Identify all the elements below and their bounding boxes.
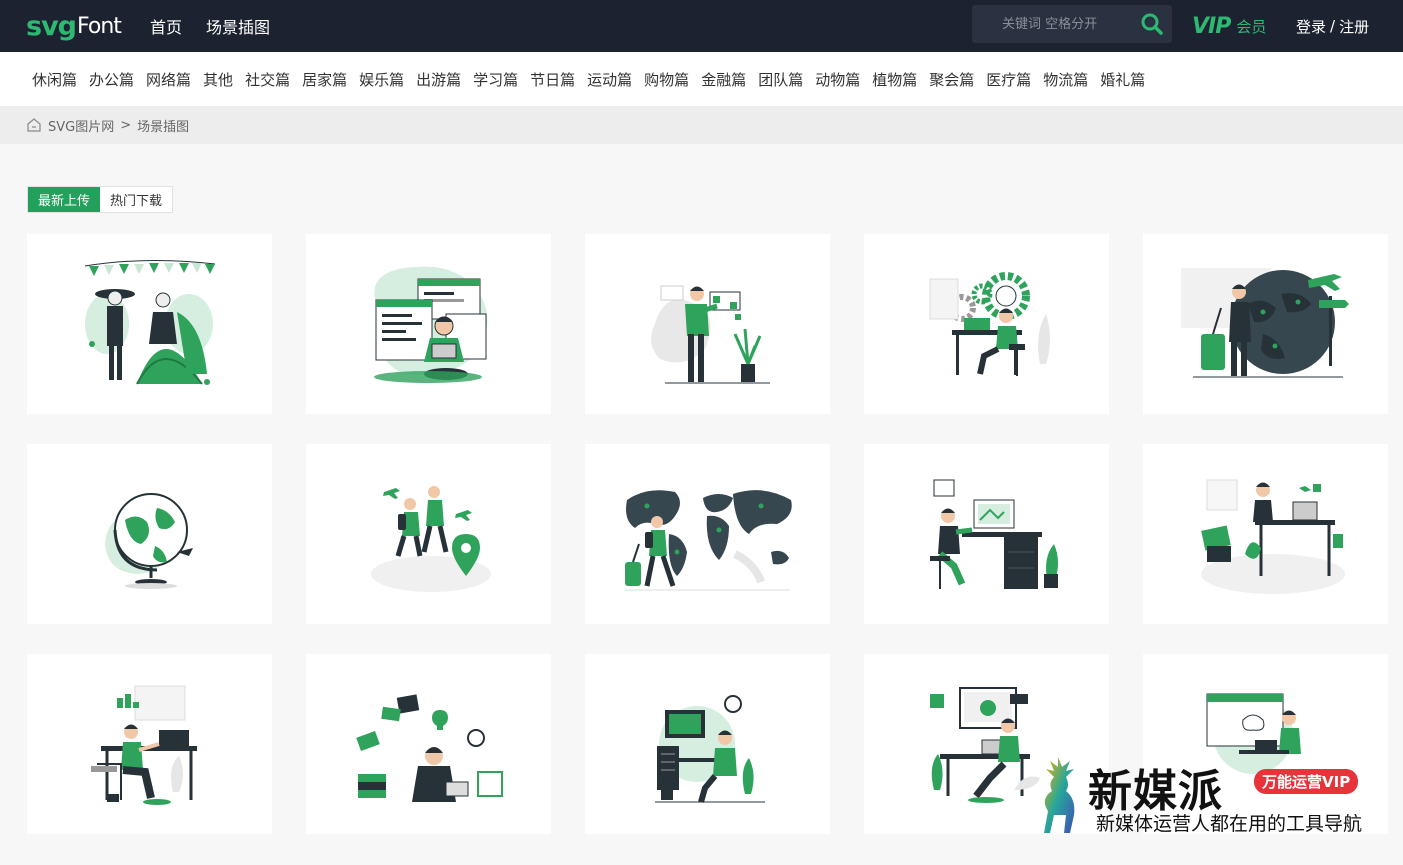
search-icon[interactable]: [1140, 12, 1164, 36]
festival-dancers-illustration: [84, 259, 216, 385]
watermark: 新媒派 万能运营VIP 新媒体运营人都在用的工具导航: [1030, 755, 1390, 837]
illustration-grid: [27, 234, 1388, 834]
illustration-card[interactable]: [27, 234, 272, 414]
illustration-card[interactable]: [27, 444, 272, 624]
home-icon[interactable]: [26, 117, 42, 133]
vip-mark: VIP: [1192, 13, 1231, 39]
illustration-card[interactable]: [585, 654, 830, 834]
office-gears-illustration: [929, 272, 1050, 376]
category-link[interactable]: 出游篇: [416, 69, 461, 90]
search-input[interactable]: [972, 5, 1132, 43]
main-nav: 首页 场景插图: [150, 0, 270, 52]
breadcrumb: SVG图片网 > 场景插图: [0, 106, 1403, 144]
category-link[interactable]: 聚会篇: [929, 69, 974, 90]
category-link[interactable]: 购物篇: [644, 69, 689, 90]
auth-links: 登录 / 注册: [1296, 0, 1369, 52]
breadcrumb-sep: >: [120, 117, 132, 133]
category-link[interactable]: 团队篇: [758, 69, 803, 90]
illustration-card[interactable]: [306, 444, 551, 624]
login-link[interactable]: 登录: [1296, 16, 1326, 37]
illustration-card[interactable]: [27, 654, 272, 834]
travel-globe-illustration: [1181, 268, 1349, 378]
breadcrumb-current[interactable]: 场景插图: [137, 116, 189, 135]
presentation-plant-illustration: [651, 285, 770, 384]
world-map-traveler-illustration: [625, 490, 792, 591]
vip-label: 会员: [1236, 17, 1267, 36]
travelers-location-illustration: [371, 486, 491, 592]
globe-illustration: [105, 493, 193, 589]
category-link[interactable]: 金融篇: [701, 69, 746, 90]
watermark-slogan: 新媒体运营人都在用的工具导航: [1096, 813, 1363, 835]
category-link[interactable]: 动物篇: [815, 69, 860, 90]
category-link[interactable]: 其他: [203, 69, 233, 90]
category-link[interactable]: 社交篇: [245, 69, 290, 90]
top-navbar: svg Font 首页 场景插图 VIP 会员 登录 / 注册: [0, 0, 1403, 52]
designer-desk-illustration: [655, 695, 765, 803]
tab-popular[interactable]: 热门下载: [100, 187, 172, 212]
nav-home[interactable]: 首页: [150, 14, 182, 38]
illustration-card[interactable]: [306, 234, 551, 414]
home-office-illustration: [1201, 479, 1345, 594]
category-link[interactable]: 运动篇: [587, 69, 632, 90]
logo-svg-text: svg: [26, 10, 77, 42]
deer-logo-icon: [1044, 757, 1075, 833]
category-link[interactable]: 婚礼篇: [1100, 69, 1145, 90]
logo-font-text: Font: [77, 13, 122, 39]
desk-worker-illustration: [930, 479, 1058, 589]
tab-latest[interactable]: 最新上传: [28, 187, 101, 212]
illustration-card[interactable]: [1143, 234, 1388, 414]
breadcrumb-site[interactable]: SVG图片网: [48, 116, 114, 135]
category-link[interactable]: 休闲篇: [32, 69, 77, 90]
category-link[interactable]: 物流篇: [1043, 69, 1088, 90]
illustration-card[interactable]: [306, 654, 551, 834]
register-link[interactable]: 注册: [1339, 16, 1369, 37]
illustration-card[interactable]: [585, 444, 830, 624]
vip-link[interactable]: VIP 会员: [1192, 0, 1266, 52]
search-box: [972, 5, 1172, 43]
watermark-badge: 万能运营VIP: [1254, 769, 1359, 794]
category-link[interactable]: 植物篇: [872, 69, 917, 90]
category-bar: 休闲篇 办公篇 网络篇 其他 社交篇 居家篇 娱乐篇 出游篇 学习篇 节日篇 运…: [0, 52, 1403, 106]
category-link[interactable]: 网络篇: [146, 69, 191, 90]
illustration-card[interactable]: [864, 234, 1109, 414]
category-link[interactable]: 居家篇: [302, 69, 347, 90]
category-link[interactable]: 医疗篇: [986, 69, 1031, 90]
illustration-card[interactable]: [585, 234, 830, 414]
auth-divider: /: [1330, 17, 1336, 35]
illustration-card[interactable]: [1143, 444, 1388, 624]
category-link[interactable]: 节日篇: [530, 69, 575, 90]
site-logo[interactable]: svg Font: [26, 6, 122, 46]
sort-tabs: 最新上传 热门下载: [27, 186, 174, 213]
thinking-man-illustration: [356, 694, 503, 802]
nav-scene-illustrations[interactable]: 场景插图: [206, 14, 270, 38]
illustration-card[interactable]: [864, 444, 1109, 624]
coder-laptop-illustration: [374, 266, 488, 383]
category-link[interactable]: 学习篇: [473, 69, 518, 90]
laptop-desk-illustration: [91, 685, 197, 805]
category-link[interactable]: 娱乐篇: [359, 69, 404, 90]
category-link[interactable]: 办公篇: [89, 69, 134, 90]
